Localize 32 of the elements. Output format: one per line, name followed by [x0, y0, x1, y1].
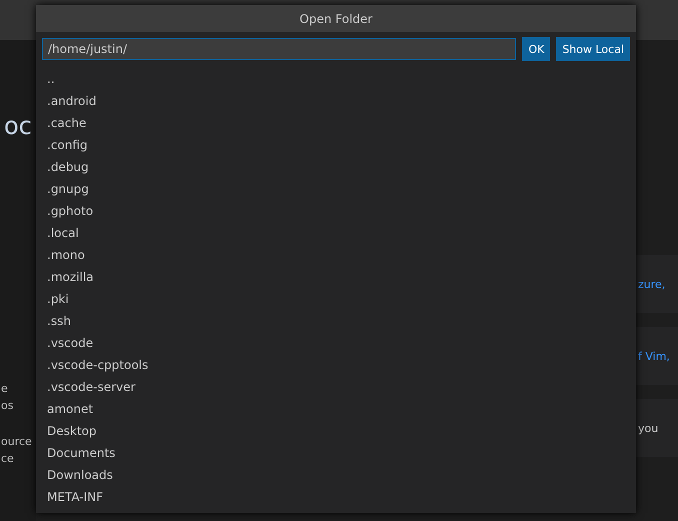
- ok-button[interactable]: OK: [522, 37, 550, 61]
- folder-item[interactable]: Desktop: [47, 420, 636, 442]
- folder-item[interactable]: .gphoto: [47, 200, 636, 222]
- folder-item[interactable]: .mono: [47, 244, 636, 266]
- folder-item[interactable]: .vscode: [47, 332, 636, 354]
- card-text: you: [638, 422, 658, 434]
- dialog-title: Open Folder: [36, 5, 636, 32]
- welcome-text: ce: [1, 451, 15, 467]
- link-text[interactable]: f Vim,: [638, 350, 670, 362]
- link-text[interactable]: zure,: [638, 278, 666, 290]
- folder-item[interactable]: ..: [47, 68, 636, 90]
- welcome-text: os: [1, 398, 14, 414]
- folder-item[interactable]: .ssh: [47, 310, 636, 332]
- folder-item[interactable]: META-INF: [47, 486, 636, 508]
- folder-item[interactable]: .debug: [47, 156, 636, 178]
- folder-item[interactable]: .pki: [47, 288, 636, 310]
- folder-item[interactable]: .android: [47, 90, 636, 112]
- show-local-button[interactable]: Show Local: [556, 37, 630, 61]
- welcome-text: ource: [1, 434, 33, 450]
- folder-item[interactable]: amonet: [47, 398, 636, 420]
- folder-item[interactable]: .vscode-server: [47, 376, 636, 398]
- folder-item[interactable]: .cache: [47, 112, 636, 134]
- folder-item[interactable]: .gnupg: [47, 178, 636, 200]
- folder-item[interactable]: Downloads: [47, 464, 636, 486]
- welcome-text: e: [1, 381, 9, 397]
- path-field[interactable]: /home/justin/: [42, 38, 516, 60]
- page-heading: oc: [4, 112, 33, 140]
- folder-item[interactable]: .config: [47, 134, 636, 156]
- folder-item[interactable]: .local: [47, 222, 636, 244]
- folder-item[interactable]: .mozilla: [47, 266, 636, 288]
- folder-item[interactable]: .vscode-cpptools: [47, 354, 636, 376]
- folder-item[interactable]: Documents: [47, 442, 636, 464]
